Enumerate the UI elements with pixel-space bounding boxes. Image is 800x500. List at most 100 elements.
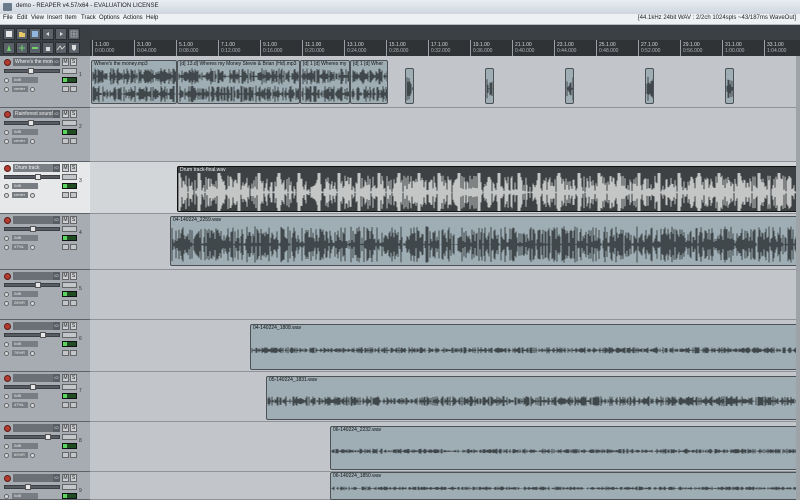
track-name[interactable] [13,216,53,224]
io-button[interactable]: IO [53,58,60,66]
track-panel-2[interactable]: Rainforest sounds IO M S 2 0dB center [0,108,90,162]
undo-icon[interactable] [42,28,54,40]
track-panel-7[interactable]: IO M S 7 0dB 47%L [0,372,90,422]
menu-insert[interactable]: Insert [47,15,62,21]
fx-bypass-button[interactable] [62,484,77,490]
io-button[interactable]: IO [53,216,60,224]
track-lane-5[interactable] [90,270,800,320]
media-item[interactable] [565,68,574,104]
phase-icon[interactable] [4,184,9,189]
envelope-button[interactable] [70,300,77,306]
fx-button[interactable] [62,300,69,306]
pan-knob-icon[interactable] [4,193,9,198]
menu-item[interactable]: Item [65,15,77,21]
fx-bypass-button[interactable] [62,226,77,232]
track-lane-7[interactable]: 05-140224_1831.wav [90,372,800,422]
solo-button[interactable]: S [70,272,77,280]
volume-fader[interactable] [4,174,60,180]
mute-button[interactable]: M [62,272,69,280]
fx-bypass-button[interactable] [62,434,77,440]
fader-knob[interactable] [35,282,41,288]
volume-fader[interactable] [4,332,60,338]
envelope-button[interactable] [70,138,77,144]
menu-view[interactable]: View [31,15,44,21]
media-item[interactable]: 05-140224_1831.wav [266,376,800,420]
metronome-icon[interactable] [3,42,15,54]
io-button[interactable]: IO [53,272,60,280]
timeline-ruler[interactable]: 1.1.00 0:00.000 3.1.00 0:04.000 5.1.00 0:08.0… [90,40,800,57]
phase-icon[interactable] [4,236,9,241]
volume-fader[interactable] [4,226,60,232]
record-arm-button[interactable] [4,59,11,66]
track-name[interactable]: Rainforest sounds [13,110,53,118]
record-arm-button[interactable] [4,111,11,118]
media-item[interactable] [405,68,414,104]
pan-knob-icon[interactable] [4,403,9,408]
track-panel-5[interactable]: IO M S 5 0dB 28%R [0,270,90,320]
menu-actions[interactable]: Actions [123,15,143,21]
envelope-button[interactable] [70,452,77,458]
io-button[interactable]: IO [53,322,60,330]
envelope-icon[interactable] [55,42,67,54]
mute-button[interactable]: M [62,58,69,66]
mute-button[interactable]: M [62,424,69,432]
envelope-button[interactable] [70,244,77,250]
menu-file[interactable]: File [3,15,13,21]
marker-icon[interactable] [68,42,80,54]
fx-button[interactable] [62,138,69,144]
io-button[interactable]: IO [53,164,60,172]
volume-fader[interactable] [4,120,60,126]
track-name[interactable] [13,374,53,382]
solo-button[interactable]: S [70,164,77,172]
width-knob-icon[interactable] [30,403,35,408]
io-button[interactable]: IO [53,110,60,118]
solo-button[interactable]: S [70,424,77,432]
track-name[interactable] [13,322,53,330]
width-knob-icon[interactable] [30,453,35,458]
media-item[interactable]: 06-140224_2232.wav [330,426,800,470]
phase-icon[interactable] [4,78,9,83]
arrange-view[interactable]: Where's the money.mp3 [d] 13.d] Wheres m… [90,56,800,500]
media-item[interactable]: [d] 1 [d] Wheres my [300,60,350,104]
io-button[interactable]: IO [53,424,60,432]
mute-button[interactable]: M [62,110,69,118]
phase-icon[interactable] [4,292,9,297]
lock-icon[interactable] [42,42,54,54]
pan-knob-icon[interactable] [4,245,9,250]
media-item[interactable]: Where's the money.mp3 [91,60,177,104]
record-arm-button[interactable] [4,475,11,482]
width-knob-icon[interactable] [30,245,35,250]
width-knob-icon[interactable] [30,301,35,306]
media-item[interactable]: 06-140224_1850.wav [330,472,800,500]
solo-button[interactable]: S [70,110,77,118]
pan-knob-icon[interactable] [4,87,9,92]
save-project-icon[interactable] [29,28,41,40]
fx-bypass-button[interactable] [62,384,77,390]
volume-fader[interactable] [4,484,60,490]
menu-track[interactable]: Track [81,15,96,21]
fx-bypass-button[interactable] [62,174,77,180]
record-arm-button[interactable] [4,217,11,224]
track-lane-3[interactable]: Drum track-final.wav [90,162,800,214]
fx-button[interactable] [62,402,69,408]
fader-knob[interactable] [35,174,41,180]
menu-edit[interactable]: Edit [17,15,27,21]
fader-knob[interactable] [45,434,51,440]
mute-button[interactable]: M [62,374,69,382]
track-name[interactable]: Drum track [13,164,53,172]
mute-button[interactable]: M [62,216,69,224]
width-knob-icon[interactable] [30,193,35,198]
fader-knob[interactable] [25,484,31,490]
fader-knob[interactable] [40,332,46,338]
fx-button[interactable] [62,350,69,356]
io-button[interactable]: IO [53,474,60,482]
pan-knob-icon[interactable] [4,453,9,458]
track-panel-1[interactable]: Where's the moneyIOMS1 0dB center [0,56,90,108]
solo-button[interactable]: S [70,474,77,482]
open-project-icon[interactable] [16,28,28,40]
phase-icon[interactable] [4,342,9,347]
ripple-icon[interactable] [29,42,41,54]
media-item[interactable] [725,68,734,104]
media-item[interactable]: 04-140224_1808.wav [250,324,800,370]
track-lane-2[interactable] [90,108,800,162]
